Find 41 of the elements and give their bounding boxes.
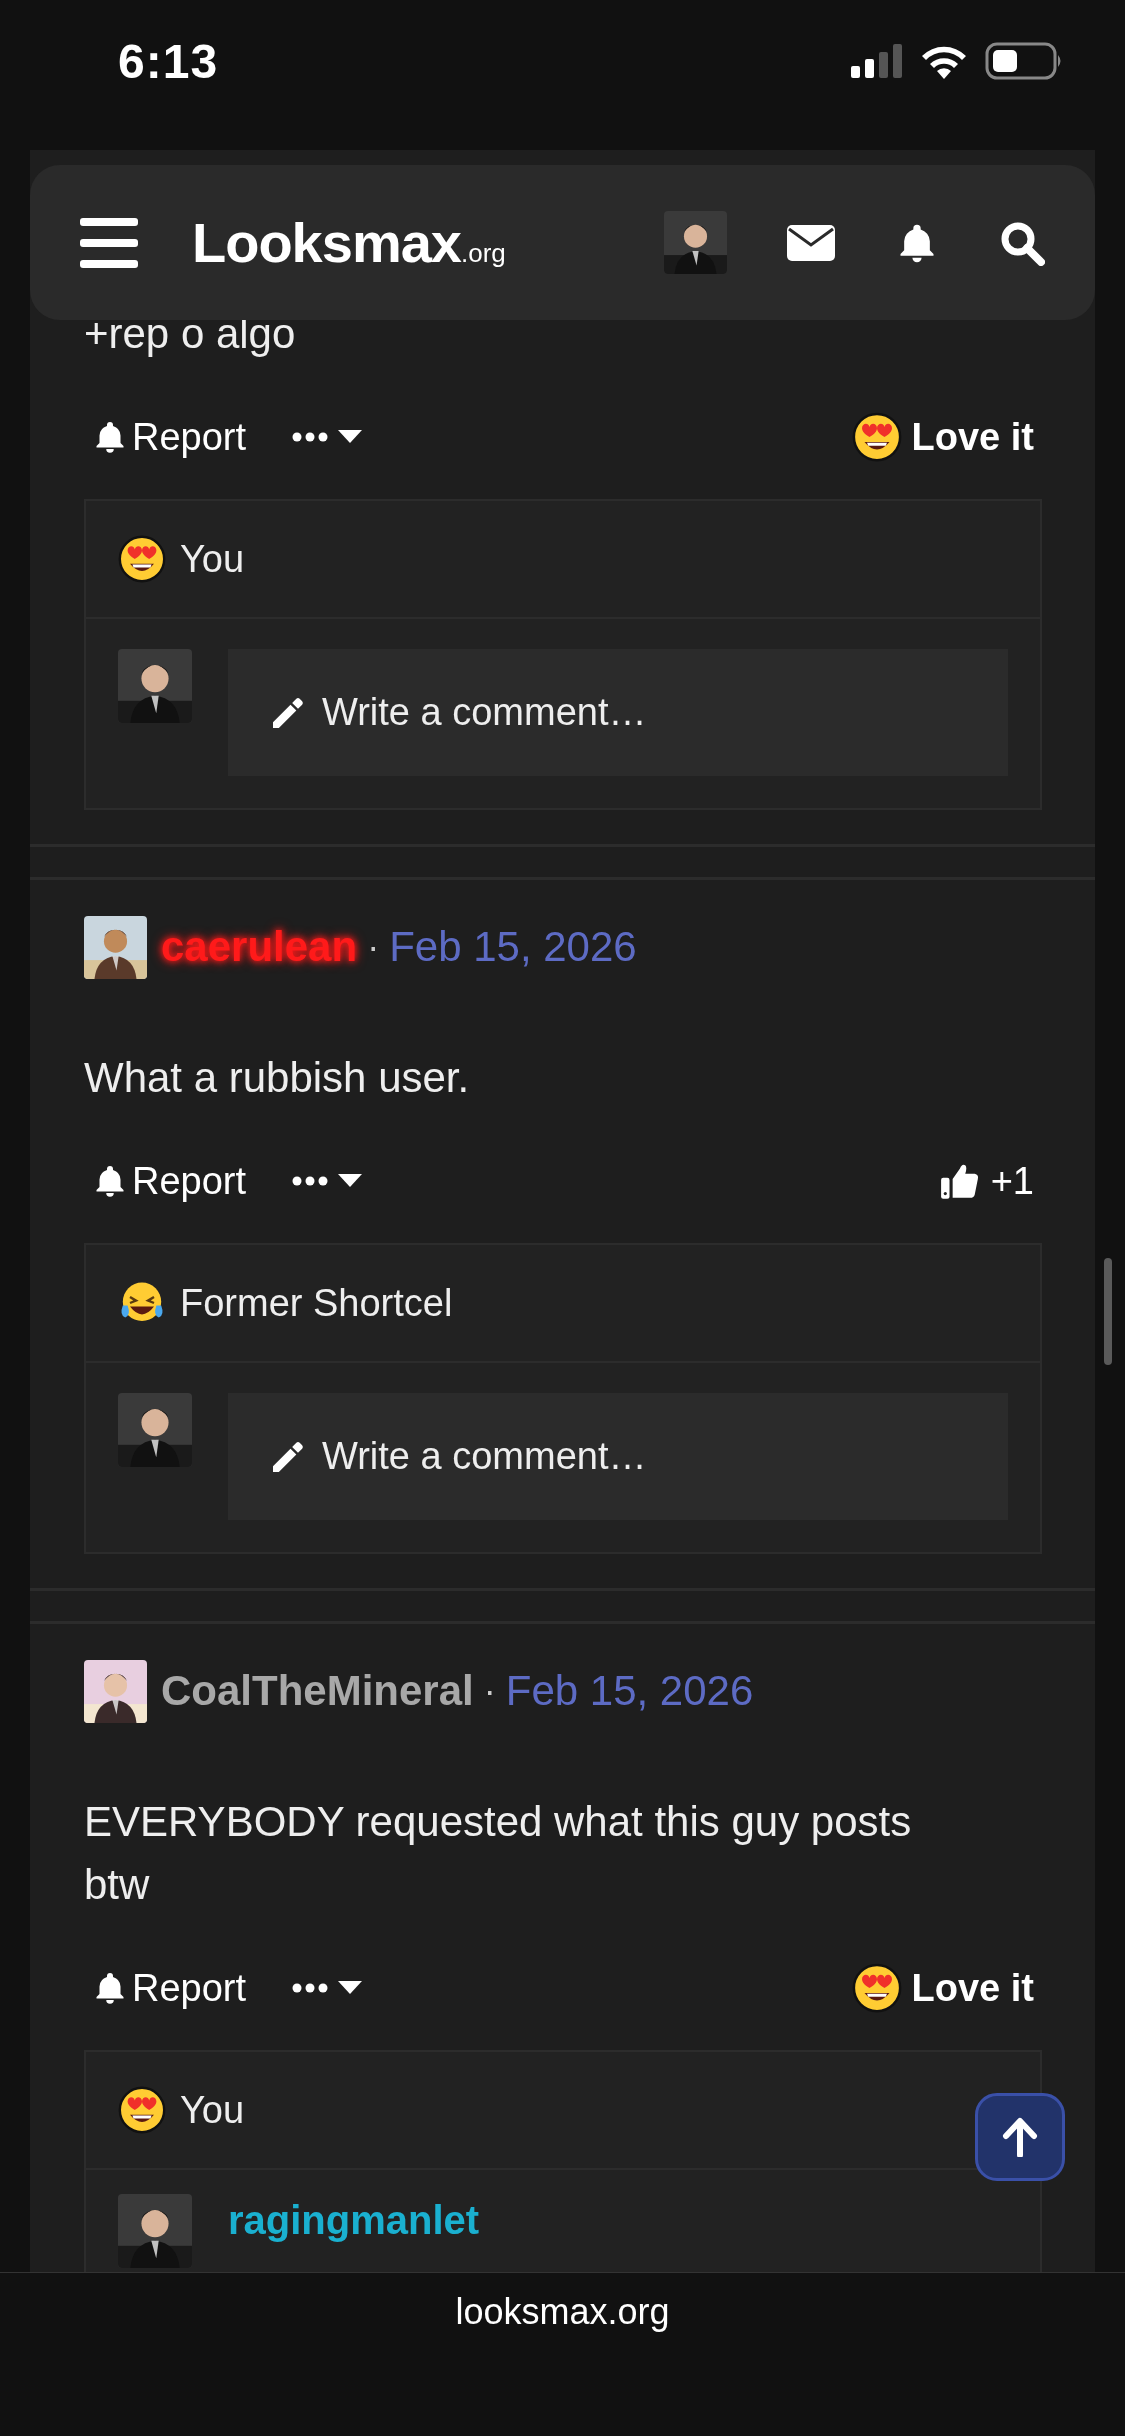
reaction-button[interactable]: Love it <box>843 407 1042 467</box>
comment-field[interactable]: Write a comment… <box>228 1393 1008 1520</box>
heart-eyes-emoji-icon <box>118 2086 166 2134</box>
caret-icon <box>338 1981 363 1995</box>
status-time: 6:13 <box>118 33 219 89</box>
report-button[interactable]: Report <box>84 407 255 467</box>
signal-icon <box>851 44 903 78</box>
url-text: looksmax.org <box>455 2291 670 2333</box>
username-link[interactable]: caerulean <box>161 923 358 971</box>
username-link[interactable]: ragingmanlet <box>228 2198 480 2243</box>
post-text: +rep o algo <box>84 309 297 359</box>
caret-icon <box>338 430 363 444</box>
site-logo[interactable]: Looksmax.org <box>192 210 506 275</box>
reactions-summary-link[interactable]: Former Shortcel <box>180 1281 453 1325</box>
separator-dot: · <box>367 926 380 968</box>
username-link[interactable]: CoalTheMineral <box>161 1667 474 1715</box>
post-text: EVERYBODY requested what this guy posts btw <box>84 1797 913 1910</box>
arrow-up-icon <box>1002 2117 1038 2157</box>
menu-icon <box>80 217 138 268</box>
account-button[interactable] <box>664 211 727 274</box>
scroll-to-top-button[interactable] <box>975 2093 1065 2181</box>
reactions-summary-link[interactable]: You <box>180 2088 245 2132</box>
reaction-button[interactable]: +1 <box>930 1151 1042 1211</box>
reaction-button[interactable]: Love it <box>843 1958 1042 2018</box>
report-button[interactable]: Report <box>84 1958 255 2018</box>
heart-eyes-emoji-icon <box>851 412 902 462</box>
reactions-summary-link[interactable]: You <box>180 537 245 581</box>
post-text: What a rubbish user. <box>84 1053 471 1103</box>
heart-eyes-emoji-icon <box>118 535 166 583</box>
separator-dot: · <box>483 1670 496 1712</box>
comment-field[interactable]: Write a comment… <box>228 649 1008 776</box>
menu-button[interactable] <box>80 217 138 268</box>
report-button[interactable]: Report <box>84 1151 255 1211</box>
ellipsis-icon <box>292 1176 329 1186</box>
envelope-icon <box>787 224 835 261</box>
heart-eyes-emoji-icon <box>851 1963 902 2013</box>
ellipsis-icon <box>292 1983 329 1993</box>
inbox-button[interactable] <box>787 224 835 261</box>
ellipsis-icon <box>292 432 329 442</box>
caret-icon <box>338 1174 363 1188</box>
battery-icon <box>985 42 1063 80</box>
